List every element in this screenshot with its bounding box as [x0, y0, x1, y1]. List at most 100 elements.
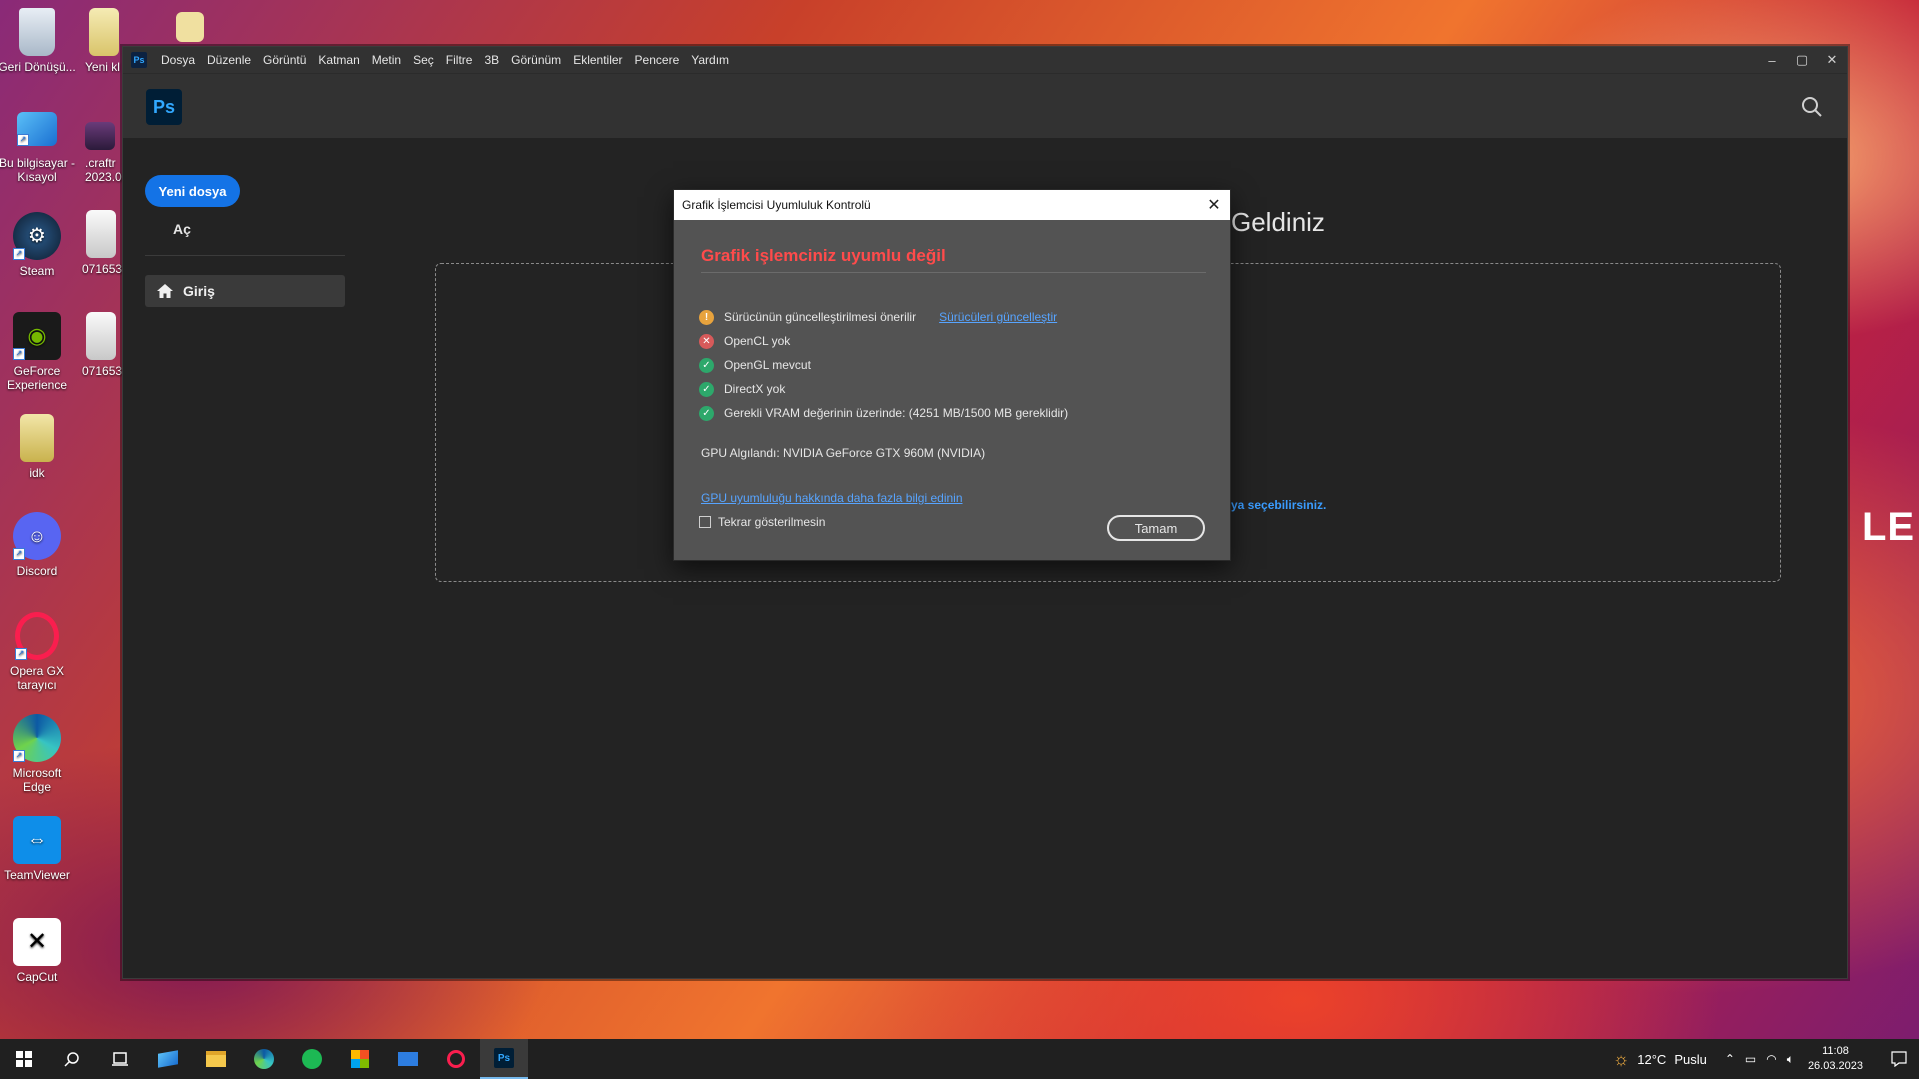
task-view-icon[interactable] — [96, 1039, 144, 1079]
shortcut-arrow-icon: ↗ — [17, 134, 29, 146]
desktop-icon-new-folder[interactable]: Yeni kl — [75, 8, 125, 74]
desktop-icon-discord[interactable]: ☺ ↗ Discord — [0, 512, 77, 578]
weather-widget[interactable]: ☼ 12°C Puslu — [1613, 1049, 1707, 1070]
checkmark-icon: ✓ — [699, 381, 714, 397]
recycle-bin-icon — [19, 8, 55, 56]
menu-gorunum[interactable]: Görünüm — [505, 53, 567, 67]
gpu-compatibility-dialog: Grafik İşlemcisi Uyumluluk Kontrolü ✕ Gr… — [673, 189, 1231, 561]
document-file-icon — [86, 312, 116, 360]
open-button[interactable]: Aç — [173, 221, 345, 243]
clock-time: 11:08 — [1822, 1045, 1849, 1057]
menu-dosya[interactable]: Dosya — [155, 53, 201, 67]
desktop-icon-steam[interactable]: ⚙ ↗ Steam — [0, 212, 77, 278]
desktop-icon-image[interactable] — [170, 12, 210, 46]
desktop-icon-file-0716535[interactable]: 0716535 — [82, 210, 129, 276]
close-icon[interactable]: ✕ — [1204, 195, 1224, 215]
desktop-icon-label: Geri Dönüşü... — [0, 60, 76, 74]
shortcut-arrow-icon: ↗ — [13, 248, 25, 260]
ok-button[interactable]: Tamam — [1107, 515, 1205, 541]
menu-pencere[interactable]: Pencere — [629, 53, 686, 67]
clock[interactable]: 11:08 26.03.2023 — [1808, 1044, 1863, 1074]
edge-icon: ↗ — [13, 714, 61, 762]
archive-file-icon — [89, 8, 119, 56]
more-info-link[interactable]: GPU uyumluluğu hakkında daha fazla bilgi… — [701, 491, 963, 505]
sidebar-item-home[interactable]: Giriş — [145, 275, 345, 307]
wifi-icon[interactable]: ◠ — [1766, 1052, 1776, 1066]
battery-icon[interactable]: ▭ — [1745, 1052, 1756, 1066]
dialog-divider — [701, 272, 1206, 273]
menu-duzenle[interactable]: Düzenle — [201, 53, 257, 67]
desktop-icon-capcut[interactable]: ✕ CapCut — [0, 918, 77, 984]
desktop-icon-opera-gx[interactable]: ↗ Opera GX tarayıcı — [0, 612, 77, 692]
maximize-icon[interactable]: ▢ — [1787, 47, 1817, 73]
desktop-icon-label: Steam — [19, 264, 55, 278]
menu-katman[interactable]: Katman — [312, 53, 365, 67]
steam-icon: ⚙ ↗ — [13, 212, 61, 260]
menu-goruntu[interactable]: Görüntü — [257, 53, 312, 67]
weather-temp: 12°C — [1637, 1051, 1667, 1067]
update-drivers-link[interactable]: Sürücüleri güncelleştir — [939, 310, 1057, 324]
volume-icon[interactable]: 🔈︎ — [1787, 1052, 1794, 1067]
file-explorer-icon[interactable] — [192, 1039, 240, 1079]
sidebar-item-label: Giriş — [183, 283, 215, 299]
image-file-icon — [176, 12, 204, 42]
desktop-icon-geforce[interactable]: ◉ ↗ GeForce Experience — [0, 312, 77, 392]
tray-icons: ⌃ ▭ ◠ 🔈︎ — [1725, 1052, 1794, 1067]
weather-text: Puslu — [1674, 1051, 1707, 1067]
drop-zone-link[interactable]: ya seçebilirsiniz. — [1231, 498, 1326, 512]
photoshop-taskbar-icon[interactable]: Ps — [480, 1039, 528, 1079]
desktop-icon-label: Microsoft Edge — [12, 766, 62, 794]
chevron-up-icon[interactable]: ⌃ — [1725, 1052, 1735, 1066]
photoshop-logo: Ps — [146, 89, 182, 125]
menu-metin[interactable]: Metin — [366, 53, 407, 67]
desktop-icon-edge[interactable]: ↗ Microsoft Edge — [0, 714, 77, 794]
system-tray: ☼ 12°C Puslu ⌃ ▭ ◠ 🔈︎ 11:08 26.03.2023 — [1613, 1039, 1919, 1079]
warning-icon: ! — [699, 309, 714, 325]
wallpaper-text: LE — [1862, 505, 1916, 549]
desktop-icon-teamviewer[interactable]: ⇔ TeamViewer — [0, 816, 77, 882]
menu-yardim[interactable]: Yardım — [685, 53, 735, 67]
spotify-icon[interactable] — [288, 1039, 336, 1079]
notification-icon[interactable] — [1879, 1051, 1919, 1067]
shortcut-arrow-icon: ↗ — [15, 648, 27, 660]
desktop-icon-idk[interactable]: idk — [0, 414, 77, 480]
menu-eklentiler[interactable]: Eklentiler — [567, 53, 628, 67]
check-text: OpenGL mevcut — [724, 358, 811, 372]
check-text: Gerekli VRAM değerinin üzerinde: (4251 M… — [724, 406, 1069, 420]
weather-haze-icon: ☼ — [1612, 1048, 1630, 1069]
check-row-vram: ✓ Gerekli VRAM değerinin üzerinde: (4251… — [699, 401, 1068, 425]
desktop-icon-recycle-bin[interactable]: Geri Dönüşü... — [0, 8, 77, 74]
video-file-icon — [85, 122, 115, 150]
menu-sec[interactable]: Seç — [407, 53, 440, 67]
microsoft-store-icon[interactable] — [336, 1039, 384, 1079]
menu-filtre[interactable]: Filtre — [440, 53, 479, 67]
home-sidebar: Yeni dosya Aç Giriş — [145, 175, 345, 307]
desktop-icon-this-pc[interactable]: ↗ Bu bilgisayar - Kısayol — [0, 112, 77, 184]
computer-icon: ↗ — [17, 112, 57, 146]
check-row-driver: ! Sürücünün güncelleştirilmesi önerilir … — [699, 305, 1068, 329]
desktop-icon-file-0716534[interactable]: 0716534 — [82, 312, 129, 378]
home-icon — [157, 284, 173, 298]
menu-3b[interactable]: 3B — [478, 53, 505, 67]
mail-icon[interactable] — [384, 1039, 432, 1079]
this-pc-taskbar-icon[interactable] — [144, 1039, 192, 1079]
edge-taskbar-icon[interactable] — [240, 1039, 288, 1079]
check-row-opengl: ✓ OpenGL mevcut — [699, 353, 1068, 377]
desktop-icon-label: TeamViewer — [4, 868, 70, 882]
menu-bar: Ps Dosya Düzenle Görüntü Katman Metin Se… — [123, 47, 1847, 73]
check-row-opencl: ✕ OpenCL yok — [699, 329, 1068, 353]
close-icon[interactable]: ✕ — [1817, 47, 1847, 73]
gpu-detected-text: GPU Algılandı: NVIDIA GeForce GTX 960M (… — [701, 446, 986, 460]
dont-show-again[interactable]: Tekrar gösterilmesin — [699, 515, 825, 529]
photoshop-app-icon: Ps — [131, 52, 147, 68]
dont-show-checkbox[interactable] — [699, 516, 711, 528]
opera-gx-taskbar-icon[interactable] — [432, 1039, 480, 1079]
desktop-icon-craftr[interactable]: .craftr 2023.03 — [85, 122, 128, 184]
desktop-icon-label: idk — [29, 466, 45, 480]
start-button[interactable] — [0, 1039, 48, 1079]
minimize-icon[interactable]: – — [1757, 47, 1787, 73]
search-icon[interactable] — [48, 1039, 96, 1079]
new-file-button[interactable]: Yeni dosya — [145, 175, 240, 207]
shortcut-arrow-icon: ↗ — [13, 548, 25, 560]
search-icon[interactable] — [1801, 96, 1825, 120]
